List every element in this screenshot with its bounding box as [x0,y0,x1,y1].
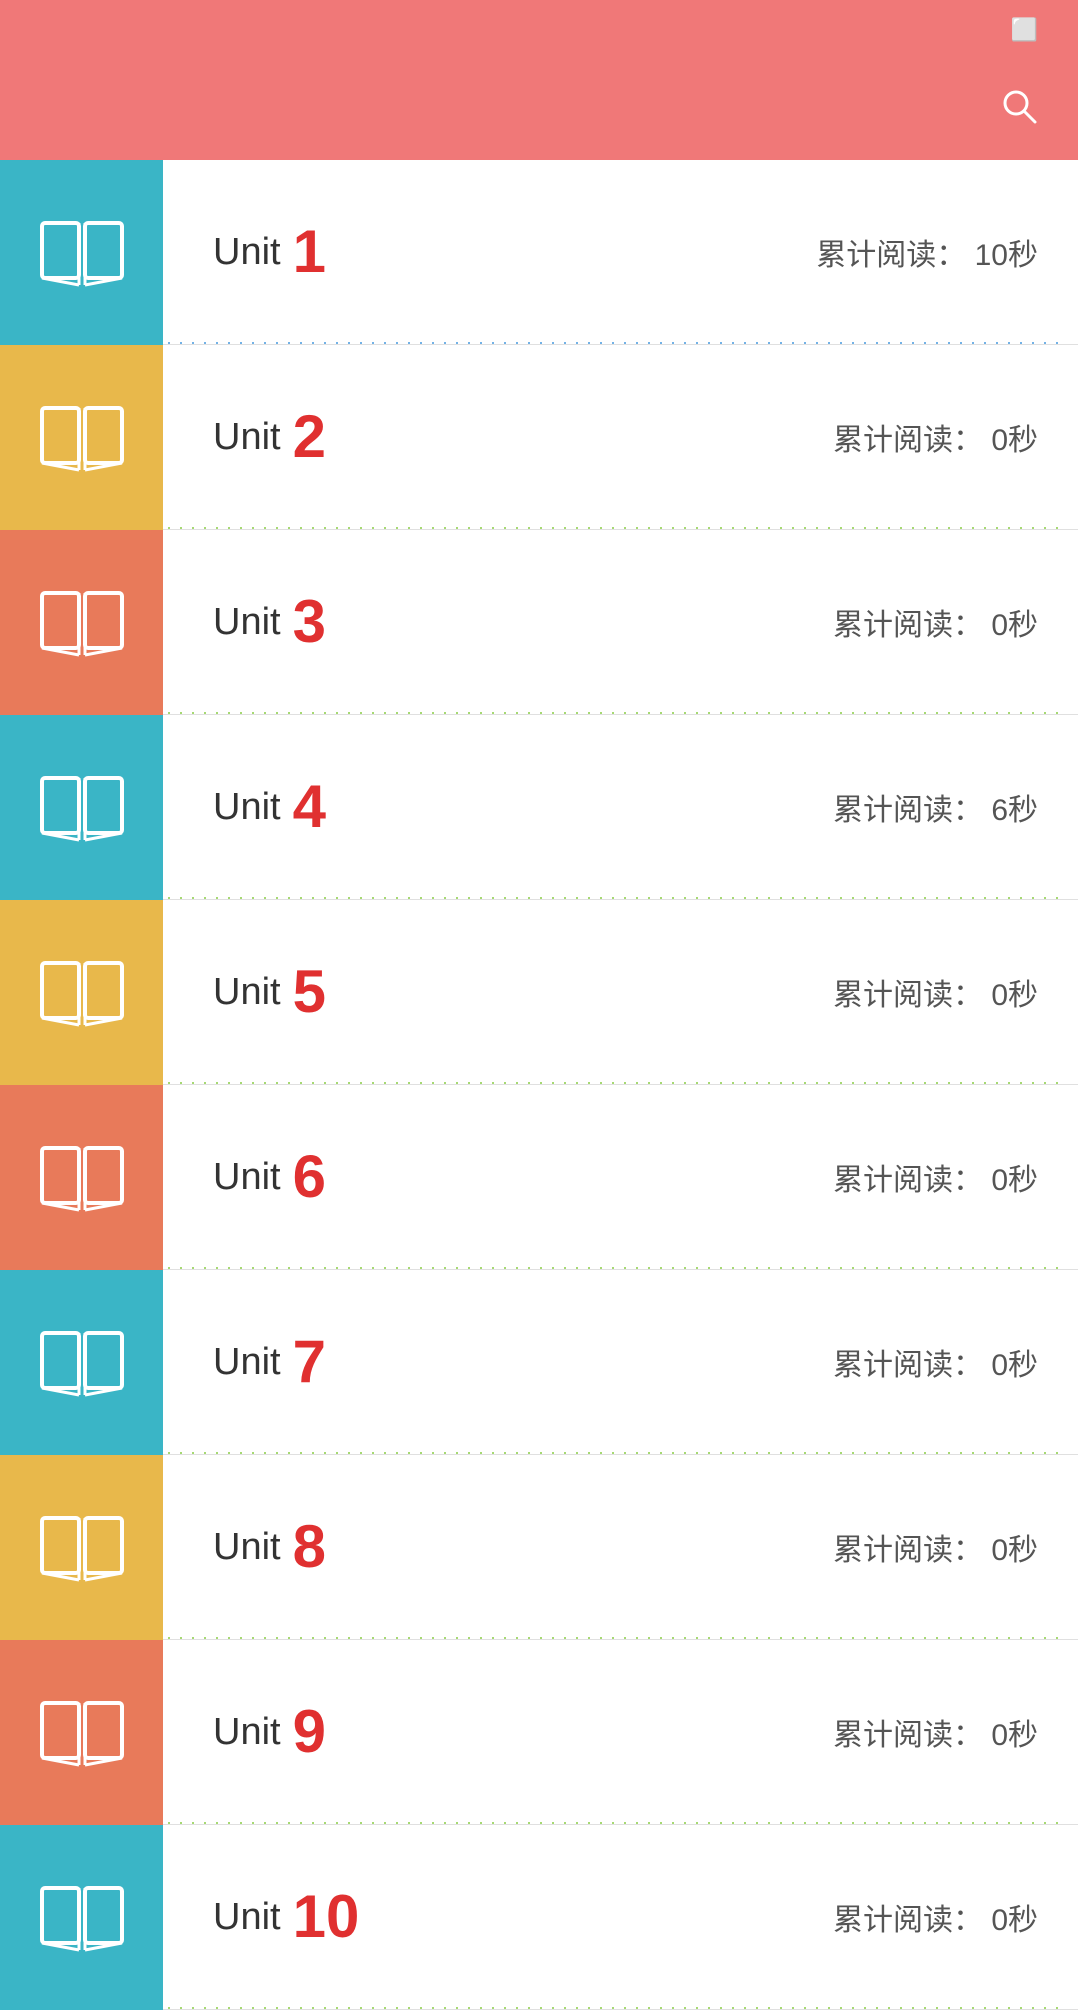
unit-reading-7: 累计阅读： 0秒 [833,1340,1038,1384]
unit-reading-1: 累计阅读： 10秒 [816,230,1038,274]
unit-info-5: Unit 5 累计阅读： 0秒 [163,962,1078,1022]
unit-info-1: Unit 1 累计阅读： 10秒 [163,222,1078,282]
reading-time-5: 0秒 [991,979,1038,1012]
unit-word-8: Unit [213,1526,281,1569]
reading-time-6: 0秒 [991,1164,1038,1197]
unit-label-4: Unit 4 [213,777,326,837]
unit-list: Unit 1 累计阅读： 10秒 Unit 2 累计阅读： 0秒 [0,160,1078,2010]
unit-item-3[interactable]: Unit 3 累计阅读： 0秒 [0,530,1078,715]
unit-label-3: Unit 3 [213,592,326,652]
unit-item-9[interactable]: Unit 9 累计阅读： 0秒 [0,1640,1078,1825]
unit-reading-6: 累计阅读： 0秒 [833,1155,1038,1199]
reading-label-5: 累计阅读： [833,979,983,1012]
reading-time-4: 6秒 [991,794,1038,827]
unit-reading-9: 累计阅读： 0秒 [833,1710,1038,1754]
unit-word-9: Unit [213,1711,281,1754]
reading-label-4: 累计阅读： [833,794,983,827]
status-right: ⬜ [1011,17,1048,43]
unit-label-1: Unit 1 [213,222,326,282]
unit-reading-10: 累计阅读： 0秒 [833,1895,1038,1939]
unit-item-6[interactable]: Unit 6 累计阅读： 0秒 [0,1085,1078,1270]
reading-time-8: 0秒 [991,1534,1038,1567]
unit-number-4: 4 [293,777,326,837]
unit-item-5[interactable]: Unit 5 累计阅读： 0秒 [0,900,1078,1085]
reading-time-7: 0秒 [991,1349,1038,1382]
reading-time-9: 0秒 [991,1719,1038,1752]
unit-number-2: 2 [293,407,326,467]
unit-info-6: Unit 6 累计阅读： 0秒 [163,1147,1078,1207]
unit-word-10: Unit [213,1896,281,1939]
unit-number-6: 6 [293,1147,326,1207]
unit-icon-box-5 [0,900,163,1085]
unit-info-10: Unit 10 累计阅读： 0秒 [163,1887,1078,1947]
unit-word-4: Unit [213,786,281,829]
unit-item-2[interactable]: Unit 2 累计阅读： 0秒 [0,345,1078,530]
unit-info-9: Unit 9 累计阅读： 0秒 [163,1702,1078,1762]
unit-item-1[interactable]: Unit 1 累计阅读： 10秒 [0,160,1078,345]
unit-icon-box-10 [0,1825,163,2010]
unit-info-7: Unit 7 累计阅读： 0秒 [163,1332,1078,1392]
unit-label-8: Unit 8 [213,1517,326,1577]
unit-label-6: Unit 6 [213,1147,326,1207]
content-area: Unit 1 累计阅读： 10秒 Unit 2 累计阅读： 0秒 [0,160,1078,2010]
unit-info-8: Unit 8 累计阅读： 0秒 [163,1517,1078,1577]
unit-icon-box-6 [0,1085,163,1270]
reading-label-1: 累计阅读： [816,239,966,272]
unit-number-9: 9 [293,1702,326,1762]
reading-label-6: 累计阅读： [833,1164,983,1197]
unit-info-2: Unit 2 累计阅读： 0秒 [163,407,1078,467]
reading-label-7: 累计阅读： [833,1349,983,1382]
unit-reading-5: 累计阅读： 0秒 [833,970,1038,1014]
unit-reading-4: 累计阅读： 6秒 [833,785,1038,829]
unit-label-7: Unit 7 [213,1332,326,1392]
unit-word-2: Unit [213,416,281,459]
unit-word-5: Unit [213,971,281,1014]
unit-number-1: 1 [293,222,326,282]
unit-number-3: 3 [293,592,326,652]
reading-label-3: 累计阅读： [833,609,983,642]
unit-icon-box-8 [0,1455,163,1640]
unit-number-10: 10 [293,1887,360,1947]
reading-label-10: 累计阅读： [833,1904,983,1937]
unit-number-8: 8 [293,1517,326,1577]
unit-icon-box-4 [0,715,163,900]
reading-label-8: 累计阅读： [833,1534,983,1567]
header [0,60,1078,160]
unit-word-1: Unit [213,231,281,274]
unit-label-10: Unit 10 [213,1887,359,1947]
unit-icon-box-3 [0,530,163,715]
unit-info-4: Unit 4 累计阅读： 6秒 [163,777,1078,837]
unit-item-4[interactable]: Unit 4 累计阅读： 6秒 [0,715,1078,900]
unit-label-2: Unit 2 [213,407,326,467]
unit-icon-box-1 [0,160,163,345]
reading-time-1: 10秒 [975,239,1038,272]
search-icon[interactable] [1000,87,1038,134]
unit-word-3: Unit [213,601,281,644]
status-bar: ⬜ [0,0,1078,60]
unit-icon-box-9 [0,1640,163,1825]
unit-word-7: Unit [213,1341,281,1384]
unit-reading-2: 累计阅读： 0秒 [833,415,1038,459]
unit-reading-8: 累计阅读： 0秒 [833,1525,1038,1569]
unit-item-8[interactable]: Unit 8 累计阅读： 0秒 [0,1455,1078,1640]
unit-item-7[interactable]: Unit 7 累计阅读： 0秒 [0,1270,1078,1455]
unit-info-3: Unit 3 累计阅读： 0秒 [163,592,1078,652]
unit-icon-box-7 [0,1270,163,1455]
reading-time-3: 0秒 [991,609,1038,642]
unit-reading-3: 累计阅读： 0秒 [833,600,1038,644]
battery-icon: ⬜ [1011,17,1038,43]
reading-label-9: 累计阅读： [833,1719,983,1752]
reading-time-10: 0秒 [991,1904,1038,1937]
reading-time-2: 0秒 [991,424,1038,457]
reading-label-2: 累计阅读： [833,424,983,457]
unit-number-7: 7 [293,1332,326,1392]
unit-word-6: Unit [213,1156,281,1199]
unit-label-9: Unit 9 [213,1702,326,1762]
unit-icon-box-2 [0,345,163,530]
unit-label-5: Unit 5 [213,962,326,1022]
unit-number-5: 5 [293,962,326,1022]
